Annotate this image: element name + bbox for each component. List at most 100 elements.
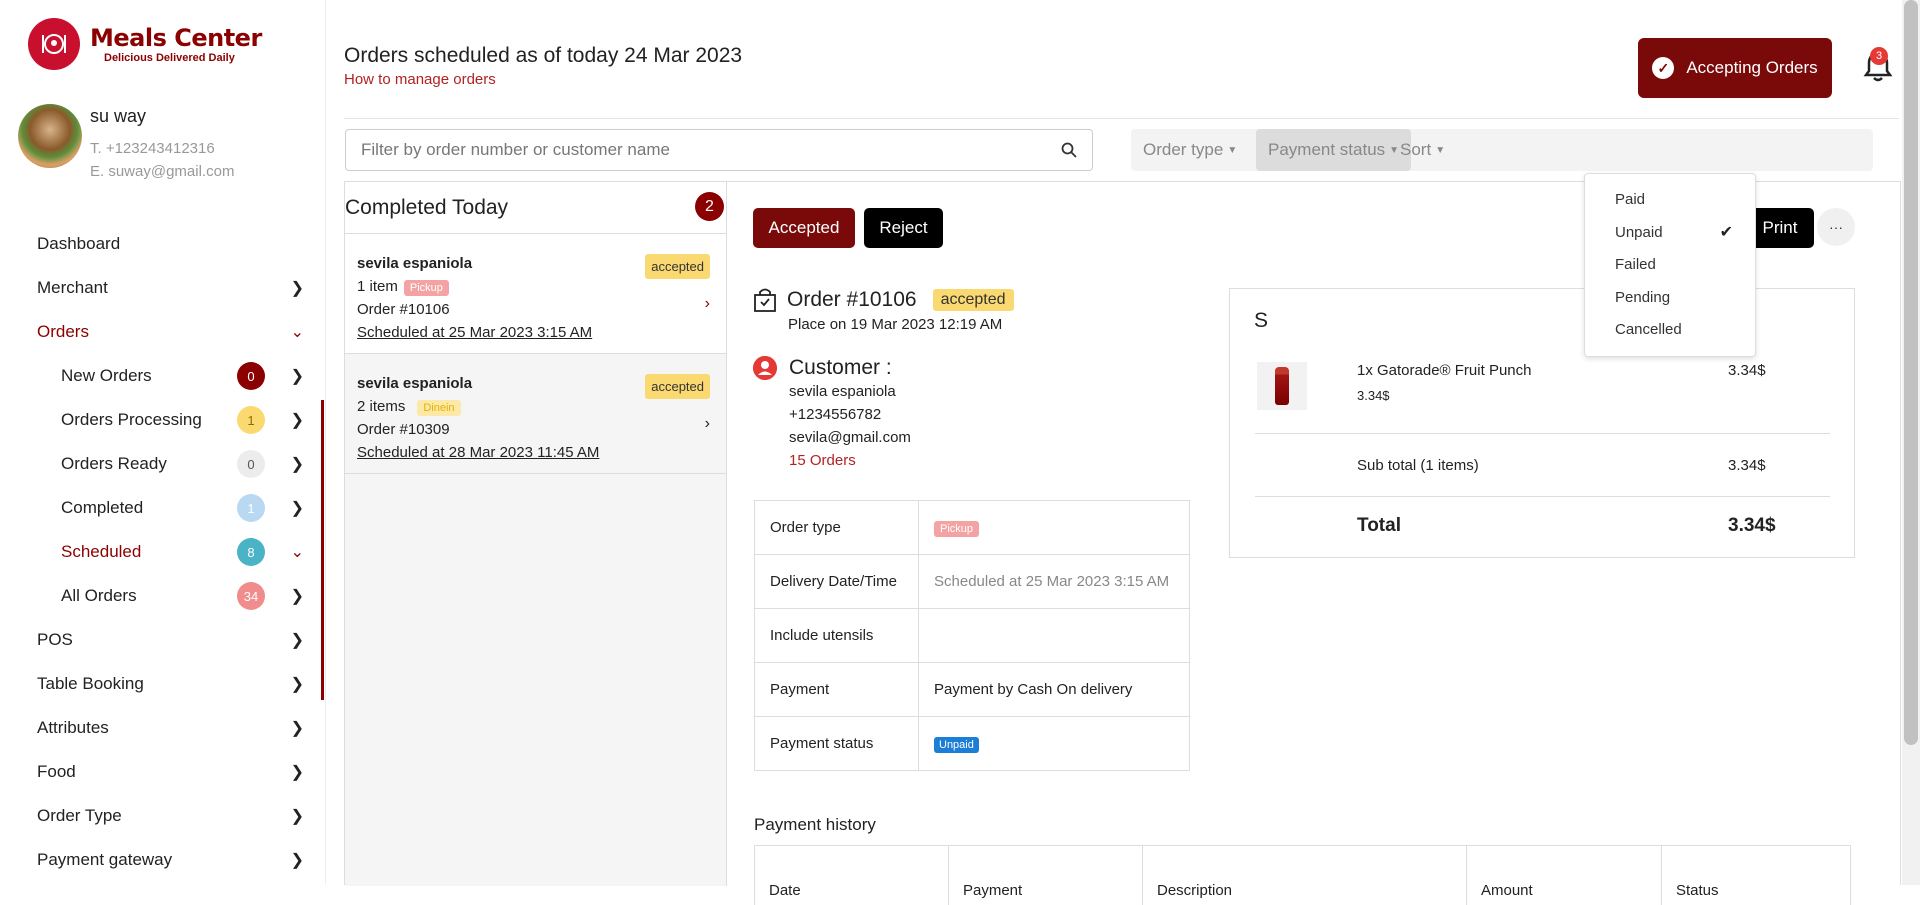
order-number: Order #10106 (357, 301, 450, 318)
print-button[interactable]: Print (1746, 208, 1814, 248)
column-header: Status (1676, 882, 1719, 899)
table-row: Payment Payment by Cash On delivery (754, 662, 1190, 717)
dropdown-option-cancelled[interactable]: Cancelled (1615, 321, 1682, 338)
sidebar-item-label: Scheduled (61, 542, 142, 561)
customer-header: Customer : (753, 356, 892, 380)
brand-logo[interactable]: Meals Center Delicious Delivered Daily (28, 18, 262, 70)
column-header: Amount (1467, 846, 1662, 905)
sidebar-item-attributes[interactable]: Attributes ❯ (0, 706, 326, 750)
order-type-tag: Pickup (934, 520, 980, 537)
column-header: Date (755, 846, 949, 905)
reject-button[interactable]: Reject (864, 208, 943, 248)
status-badge: accepted (645, 254, 710, 279)
order-summary: S 1x Gatorade® Fruit Punch 3.34$ 3.34$ S… (1229, 288, 1855, 558)
dropdown-option-pending[interactable]: Pending (1615, 289, 1670, 306)
customer-email: sevila@gmail.com (789, 429, 911, 446)
accepted-button[interactable]: Accepted (753, 208, 855, 248)
sidebar: Meals Center Delicious Delivered Daily s… (0, 0, 326, 885)
order-placed-date: Place on 19 Mar 2023 12:19 AM (788, 316, 1003, 333)
order-number-title: Order #10106 (787, 288, 917, 311)
order-type-tag: Pickup (403, 280, 449, 296)
count-badge: 8 (237, 538, 265, 566)
sort-label: Sort (1400, 140, 1432, 159)
search-input[interactable]: Filter by order number or customer name (345, 129, 1093, 171)
sidebar-item-pos[interactable]: POS ❯ (0, 618, 326, 662)
item-unit-price: 3.34$ (1357, 388, 1390, 403)
dropdown-option-unpaid[interactable]: Unpaid (1615, 224, 1663, 241)
chevron-right-icon: ❯ (290, 412, 304, 429)
sidebar-item-orders-ready[interactable]: Orders Ready 0 ❯ (0, 442, 326, 486)
sidebar-item-order-type[interactable]: Order Type ❯ (0, 794, 326, 838)
info-label: Delivery Date/Time (754, 554, 919, 609)
sidebar-item-merchant[interactable]: Merchant ❯ (0, 266, 326, 310)
order-card[interactable]: sevila espaniola accepted 1 item Pickup O… (345, 234, 726, 354)
customer-orders-link[interactable]: 15 Orders (789, 449, 911, 472)
page-title: Orders scheduled as of today 24 Mar 2023 (344, 44, 743, 67)
sidebar-item-label: Orders Ready (61, 454, 167, 473)
payment-status-label: Payment status (1268, 140, 1386, 159)
check-circle-icon: ✓ (1652, 57, 1675, 79)
order-scheduled: Scheduled at 25 Mar 2023 3:15 AM (357, 324, 593, 341)
sidebar-item-food[interactable]: Food ❯ (0, 750, 326, 794)
sidebar-item-dashboard[interactable]: Dashboard (0, 222, 326, 266)
filter-bar: Order type ▼ Payment status ▼ Sort ▼ (1131, 129, 1873, 171)
dropdown-option-paid[interactable]: Paid (1615, 191, 1645, 208)
scrollbar[interactable] (1902, 0, 1920, 885)
notification-count-badge: 3 (1870, 47, 1888, 65)
chevron-right-icon: › (704, 295, 710, 312)
order-count-badge: 2 (695, 192, 724, 221)
customer-name: sevila espaniola (789, 383, 896, 400)
chevron-down-icon: ⌄ (290, 324, 304, 341)
dropdown-option-failed[interactable]: Failed (1615, 256, 1656, 273)
order-scheduled: Scheduled at 28 Mar 2023 11:45 AM (357, 444, 600, 461)
sort-filter[interactable]: Sort ▼ (1388, 129, 1457, 171)
info-label: Payment status (754, 716, 919, 771)
subtotal-value: 3.34$ (1728, 457, 1766, 474)
order-items: 1 item (357, 278, 398, 295)
status-badge: accepted (932, 289, 1014, 311)
more-options-icon[interactable]: ··· (1817, 208, 1855, 246)
column-header: Description (1143, 846, 1467, 905)
order-items: 2 items (357, 398, 406, 415)
sidebar-nav: Dashboard Merchant ❯ Orders ⌄ New Orders… (0, 222, 326, 882)
item-total: 3.34$ (1728, 362, 1766, 379)
manage-orders-link[interactable]: How to manage orders (344, 71, 496, 88)
accepting-orders-label: Accepting Orders (1686, 58, 1818, 77)
payment-history-title: Payment history (754, 815, 876, 834)
order-card[interactable]: sevila espaniola accepted 2 items Dinein … (345, 354, 726, 474)
sidebar-item-completed[interactable]: Completed 1 ❯ (0, 486, 326, 530)
search-icon[interactable] (1060, 141, 1078, 159)
sidebar-item-payment-gateway[interactable]: Payment gateway ❯ (0, 838, 326, 882)
customer-title: Customer : (789, 356, 892, 379)
chevron-right-icon: ❯ (290, 280, 304, 297)
order-type-tag: Dinein (417, 400, 461, 416)
order-type-filter[interactable]: Order type ▼ (1131, 129, 1249, 171)
chevron-right-icon: ❯ (290, 632, 304, 649)
table-row: Order type Pickup (754, 500, 1190, 555)
order-number: Order #10309 (357, 421, 450, 438)
sidebar-item-scheduled[interactable]: Scheduled 8 ⌄ (0, 530, 326, 574)
shopping-bag-icon (754, 288, 776, 312)
main-content: Orders scheduled as of today 24 Mar 2023… (327, 0, 1920, 905)
total-label: Total (1357, 515, 1401, 536)
sidebar-item-all-orders[interactable]: All Orders 34 ❯ (0, 574, 326, 618)
table-row: Include utensils (754, 608, 1190, 663)
scrollbar-thumb[interactable] (1904, 0, 1918, 745)
search-placeholder: Filter by order number or customer name (361, 140, 670, 159)
info-value: Payment by Cash On delivery (918, 662, 1190, 717)
payment-history-table: Date Payment Description Amount Status (754, 845, 1851, 905)
count-badge: 34 (237, 582, 265, 610)
bottle-icon (1275, 367, 1289, 405)
table-row: Payment status Unpaid (754, 716, 1190, 771)
sidebar-item-label: Attributes (37, 718, 109, 737)
sidebar-item-orders-processing[interactable]: Orders Processing 1 ❯ (0, 398, 326, 442)
sidebar-item-orders[interactable]: Orders ⌄ (0, 310, 326, 354)
user-icon (753, 356, 777, 380)
sidebar-item-new-orders[interactable]: New Orders 0 ❯ (0, 354, 326, 398)
avatar[interactable] (18, 104, 82, 168)
payment-status-tag: Unpaid (934, 736, 979, 753)
order-list-header: Completed Today 2 (345, 182, 726, 234)
sidebar-item-table-booking[interactable]: Table Booking ❯ (0, 662, 326, 706)
accepting-orders-button[interactable]: ✓ Accepting Orders (1638, 38, 1832, 98)
customer-phone: +1234556782 (789, 406, 882, 423)
